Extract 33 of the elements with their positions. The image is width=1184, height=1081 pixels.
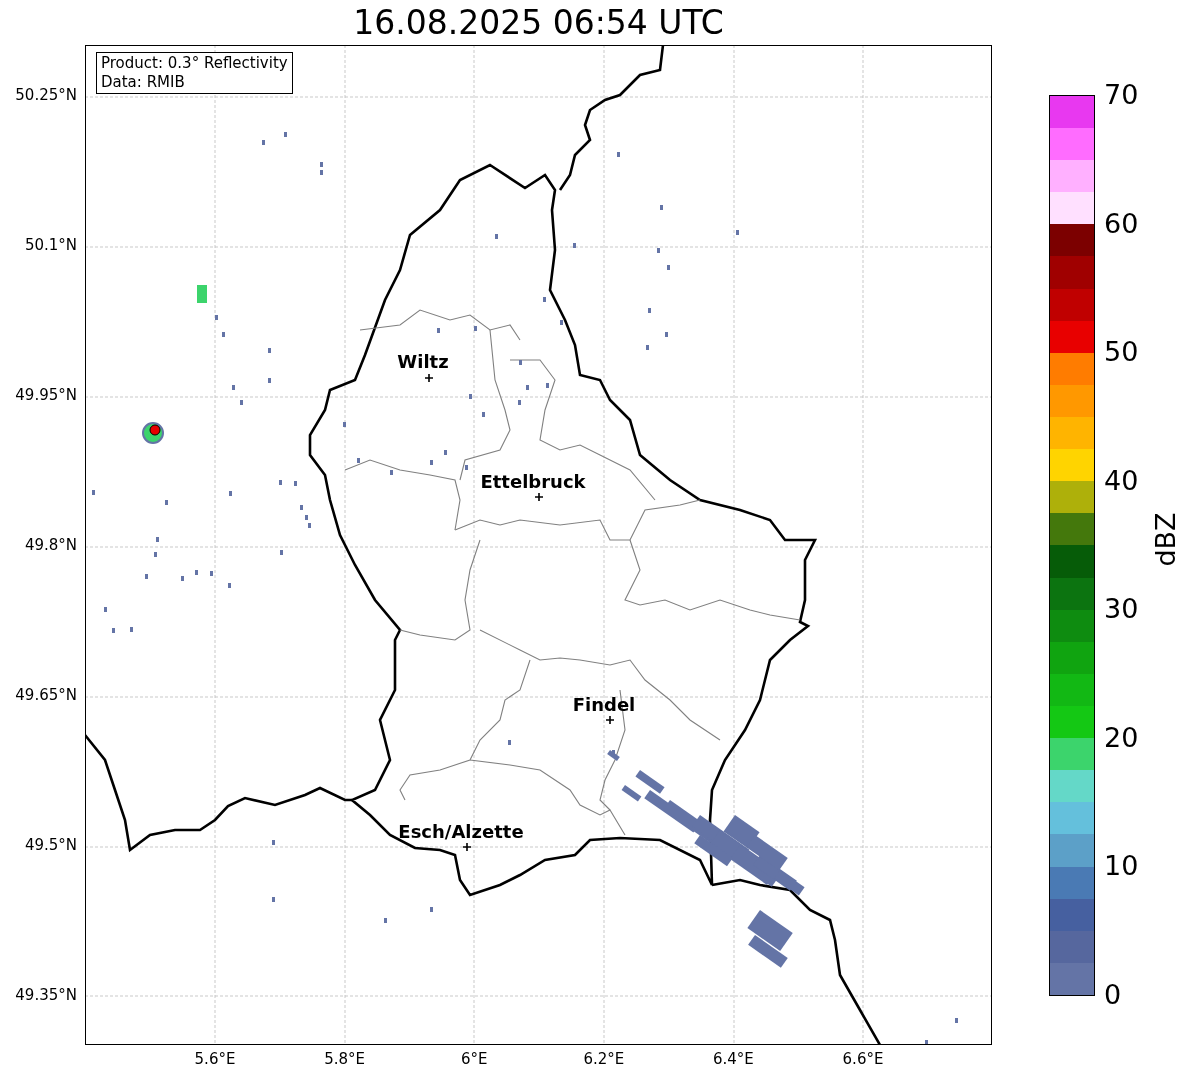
- longitude-tick-label: 6.6°E: [841, 1052, 885, 1067]
- latitude-tick-label: 50.25°N: [15, 88, 77, 103]
- longitude-tick-label: 5.8°E: [323, 1052, 366, 1067]
- colorbar-tick-label: 20: [1104, 723, 1139, 751]
- latitude-tick-label: 50.1°N: [24, 238, 77, 253]
- longitude-tick-label: 5.6°E: [193, 1052, 237, 1067]
- latitude-tick-label: 49.65°N: [15, 688, 77, 703]
- city-marker: [534, 492, 544, 502]
- colorbar-tick-label: 50: [1104, 338, 1139, 366]
- city-marker: [462, 842, 472, 852]
- colorbar-tick-label: 60: [1104, 209, 1139, 237]
- city-marker: [605, 715, 615, 725]
- city-marker: [424, 373, 434, 383]
- latitude-tick-label: 49.5°N: [24, 838, 77, 853]
- city-label: Findel: [572, 694, 636, 715]
- longitude-tick-label: 6.4°E: [711, 1052, 755, 1067]
- latitude-tick-label: 49.8°N: [24, 538, 77, 553]
- colorbar-tick-label: 30: [1104, 595, 1139, 623]
- latitude-tick-label: 49.95°N: [15, 388, 77, 403]
- colorbar-tick-label: 10: [1104, 852, 1139, 880]
- info-text: Data: RMIB: [101, 73, 186, 92]
- chart-title: 16.08.2025 06:54 UTC: [353, 6, 724, 39]
- colorbar-tick-label: 40: [1104, 466, 1139, 494]
- city-label: Ettelbruck: [480, 471, 586, 492]
- city-label: Wiltz: [397, 351, 449, 372]
- latitude-tick-label: 49.35°N: [15, 988, 77, 1003]
- longitude-tick-label: 6.2°E: [582, 1052, 626, 1067]
- longitude-tick-label: 6°E: [459, 1052, 489, 1067]
- info-text: Product: 0.3° Reflectivity: [101, 54, 288, 73]
- colorbar-tick-label: 70: [1104, 81, 1139, 108]
- city-label: Esch/Alzette: [398, 821, 524, 842]
- colorbar-tick-label: 0: [1104, 981, 1122, 1008]
- colorbar-axis-label: dBZ: [1151, 512, 1179, 567]
